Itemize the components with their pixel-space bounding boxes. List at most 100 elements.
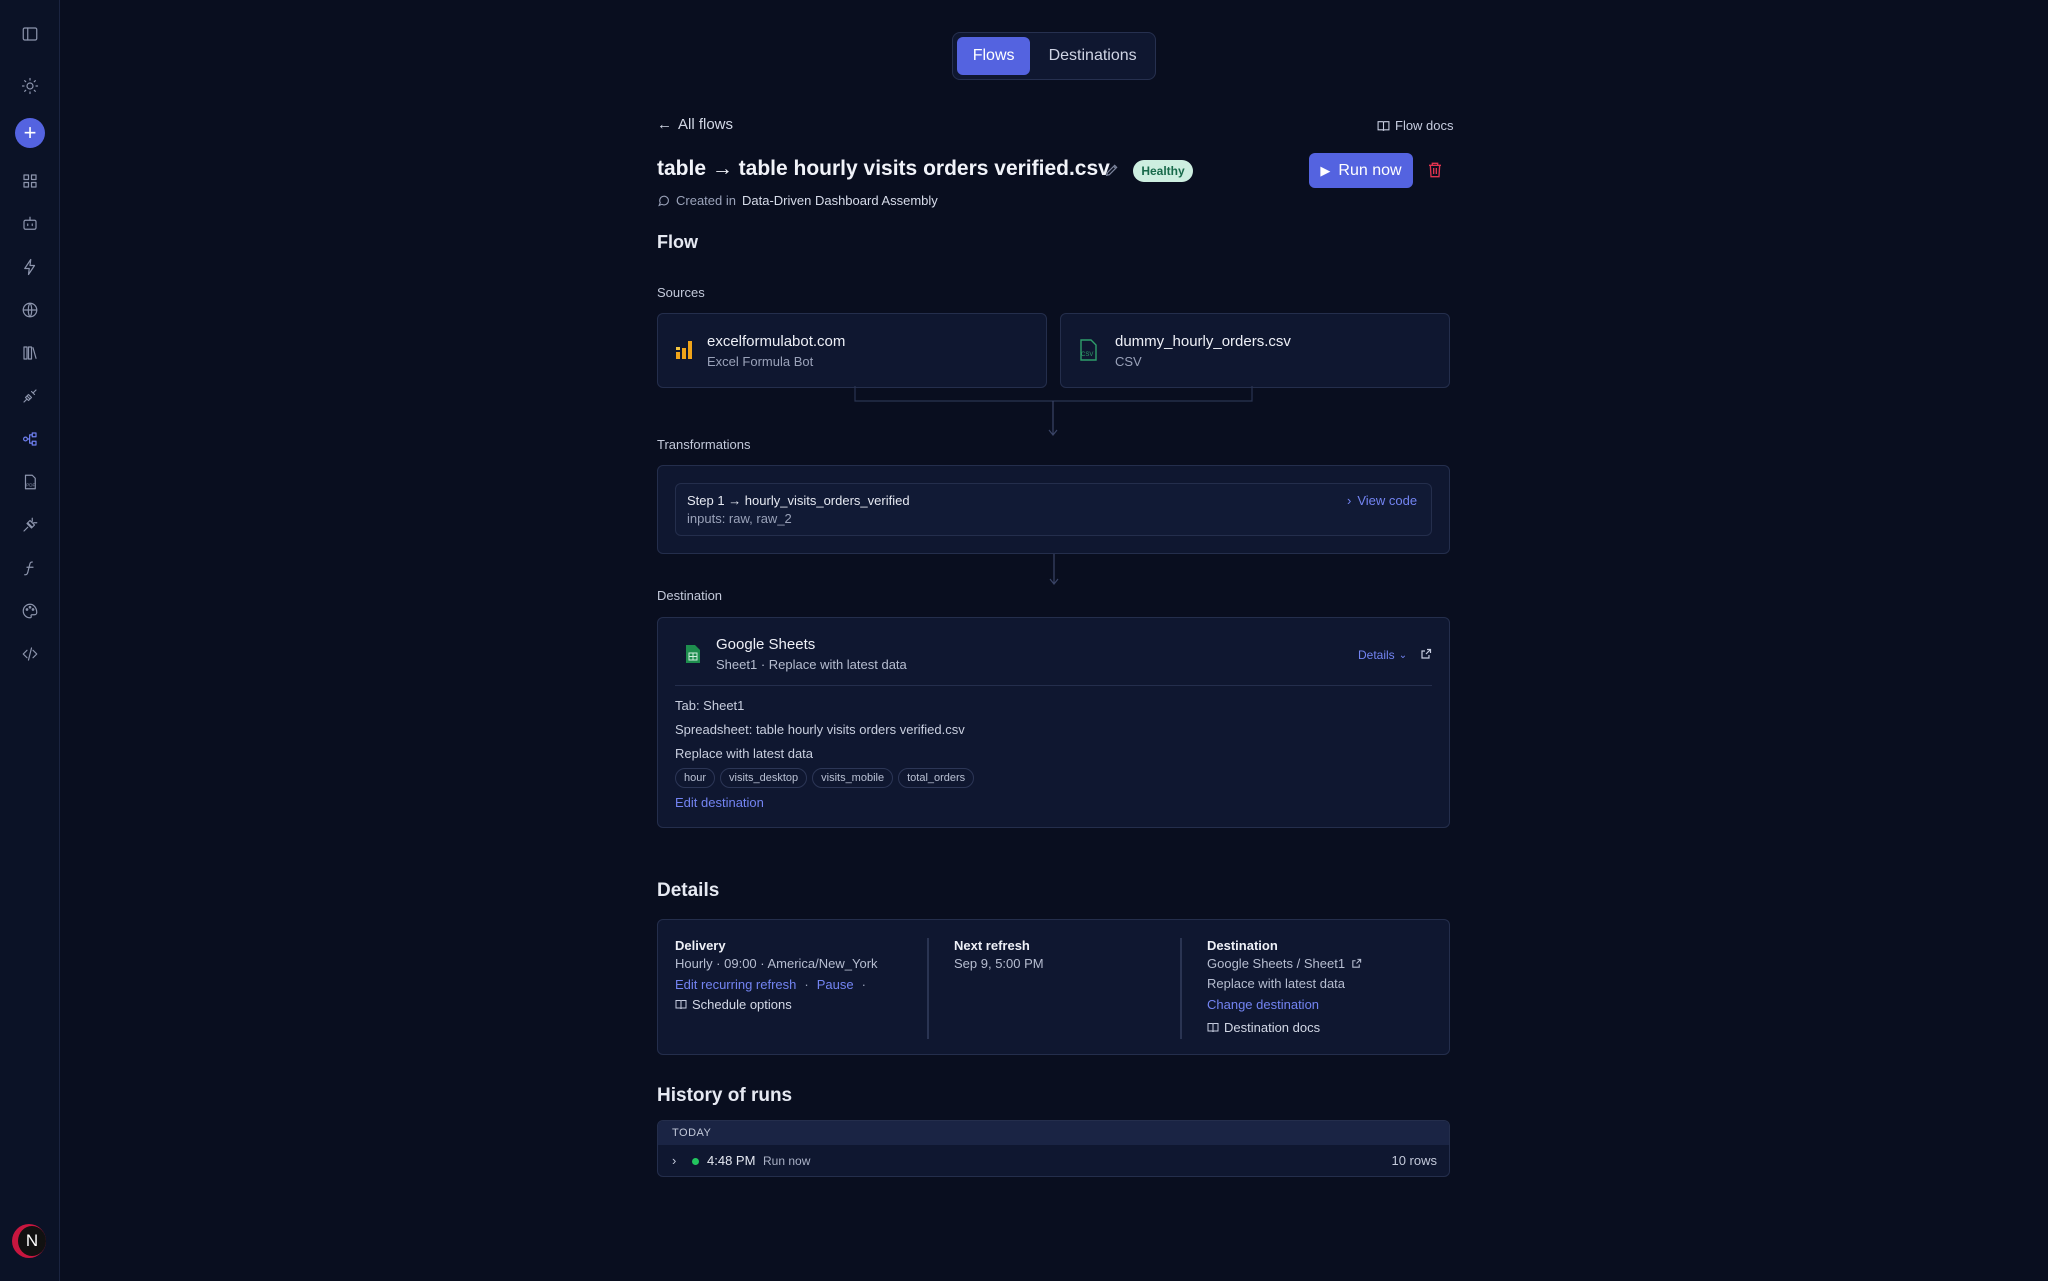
schedule-options-link[interactable]: Schedule options [675, 997, 792, 1012]
next-refresh-label: Next refresh [954, 938, 1030, 953]
external-link-icon[interactable] [1420, 648, 1432, 660]
details-destination-mode: Replace with latest data [1207, 976, 1346, 991]
bar-chart-icon [676, 341, 692, 359]
delivery-value: Hourly · 09:00 · America/New_York [675, 956, 878, 971]
source-name: excelformulabot.com [707, 333, 846, 350]
pause-link[interactable]: Pause [817, 977, 854, 992]
step-inputs: inputs: raw, raw_2 [687, 511, 792, 526]
history-heading: History of runs [657, 1085, 793, 1106]
sun-icon[interactable] [15, 71, 45, 101]
source-card[interactable]: CSV dummy_hourly_orders.csv CSV [1060, 313, 1450, 388]
details-destination-value: Google Sheets / Sheet1 [1207, 956, 1362, 971]
created-in: Created in Data-Driven Dashboard Assembl… [657, 193, 938, 208]
step-title: Step 1 → hourly_visits_orders_verified [687, 493, 910, 508]
delivery-label: Delivery [675, 938, 726, 953]
svg-text:PDF: PDF [26, 483, 35, 488]
table-row[interactable]: › 4:48 PM Run now 10 rows [658, 1145, 1449, 1176]
status-badge: Healthy [1133, 160, 1193, 182]
run-trigger: Run now [763, 1154, 811, 1168]
column-tag: visits_desktop [720, 768, 808, 788]
run-now-button[interactable]: ▶ Run now [1309, 153, 1413, 188]
edit-destination-link[interactable]: Edit destination [675, 795, 764, 810]
view-code-link[interactable]: › View code [1347, 493, 1417, 508]
source-card[interactable]: excelformulabot.com Excel Formula Bot [657, 313, 1047, 388]
chevron-down-icon: ⌄ [1398, 649, 1408, 661]
divider [927, 938, 929, 1039]
sidebar-toggle-icon[interactable] [15, 19, 45, 49]
tab-flows[interactable]: Flows [957, 37, 1031, 75]
destination-card: Google Sheets Sheet1 · Replace with late… [657, 617, 1450, 828]
sources-label: Sources [657, 285, 705, 300]
external-link-icon[interactable] [1351, 958, 1362, 969]
column-tag: total_orders [898, 768, 975, 788]
flow-title: table → table hourly visits orders verif… [657, 157, 1110, 180]
flow-connector [854, 386, 1253, 436]
google-sheets-icon [686, 645, 700, 663]
chat-bubble-icon [658, 195, 669, 207]
arrow-left-icon: ← [657, 116, 672, 133]
run-status-dot [692, 1158, 699, 1165]
destination-name: Google Sheets [716, 636, 816, 653]
delivery-actions: Edit recurring refresh · Pause · [675, 977, 866, 992]
column-tag: visits_mobile [812, 768, 894, 788]
change-destination-link[interactable]: Change destination [1207, 997, 1319, 1012]
back-to-flows-link[interactable]: ← All flows [657, 116, 733, 133]
library-icon[interactable] [15, 338, 45, 368]
transformations-card: Step 1 → hourly_visits_orders_verified i… [657, 465, 1450, 554]
edit-pencil-icon[interactable] [1104, 162, 1120, 178]
next-refresh-value: Sep 9, 5:00 PM [954, 956, 1044, 971]
robot-icon[interactable] [15, 209, 45, 239]
details-destination-label: Destination [1207, 938, 1278, 953]
new-item-button[interactable]: + [15, 118, 45, 148]
destination-tab: Tab: Sheet1 [675, 698, 745, 713]
trash-icon[interactable] [1427, 161, 1445, 179]
avatar-initial: N [18, 1226, 46, 1256]
tab-destinations[interactable]: Destinations [1034, 37, 1151, 75]
edit-recurring-refresh-link[interactable]: Edit recurring refresh [675, 977, 796, 992]
destination-spreadsheet: Spreadsheet: table hourly visits orders … [675, 722, 965, 737]
divider [675, 685, 1432, 686]
palette-icon[interactable] [15, 596, 45, 626]
history-group-header: TODAY [658, 1121, 1449, 1145]
flow-docs-link[interactable]: Flow docs [1377, 118, 1454, 133]
globe-icon[interactable] [15, 295, 45, 325]
lightning-icon[interactable] [15, 252, 45, 282]
destination-docs-link[interactable]: Destination docs [1207, 1020, 1320, 1035]
history-table: TODAY › 4:48 PM Run now 10 rows [657, 1120, 1450, 1177]
book-icon [1207, 1023, 1219, 1033]
dashboard-grid-icon[interactable] [15, 166, 45, 196]
destination-label: Destination [657, 588, 723, 603]
flows-icon[interactable] [15, 424, 45, 454]
run-rows: 10 rows [1391, 1153, 1437, 1168]
csv-icon: CSV [1080, 339, 1097, 361]
transformations-label: Transformations [657, 437, 751, 452]
source-name: dummy_hourly_orders.csv [1115, 333, 1291, 350]
avatar[interactable]: N [12, 1224, 46, 1258]
book-icon [675, 1000, 687, 1010]
svg-text:CSV: CSV [1081, 352, 1093, 358]
details-card: Delivery Hourly · 09:00 · America/New_Yo… [657, 919, 1450, 1055]
view-switcher: Flows Destinations [952, 32, 1156, 80]
code-icon[interactable] [15, 639, 45, 669]
column-tags: hour visits_desktop visits_mobile total_… [675, 768, 979, 788]
book-icon [1377, 120, 1390, 131]
sidebar: + PDF N [0, 0, 60, 1281]
source-type: Excel Formula Bot [707, 354, 814, 369]
column-tag: hour [675, 768, 716, 788]
destination-sub: Sheet1 · Replace with latest data [716, 657, 907, 672]
details-dropdown[interactable]: Details ⌄ [1358, 648, 1407, 662]
run-time: 4:48 PM [707, 1153, 756, 1168]
play-icon: ▶ [1320, 162, 1331, 178]
chevron-right-icon: › [1347, 493, 1352, 508]
pdf-icon[interactable]: PDF [15, 467, 45, 497]
section-flow-heading: Flow [657, 232, 698, 252]
details-heading: Details [657, 880, 720, 901]
plug-disconnected-icon[interactable] [15, 381, 45, 411]
flow-arrow [1049, 554, 1059, 585]
function-icon[interactable] [15, 553, 45, 583]
source-type: CSV [1115, 354, 1142, 369]
divider [1180, 938, 1182, 1039]
transformation-step[interactable]: Step 1 → hourly_visits_orders_verified i… [675, 483, 1432, 536]
plug-icon[interactable] [15, 510, 45, 540]
chevron-right-icon[interactable]: › [672, 1153, 676, 1168]
